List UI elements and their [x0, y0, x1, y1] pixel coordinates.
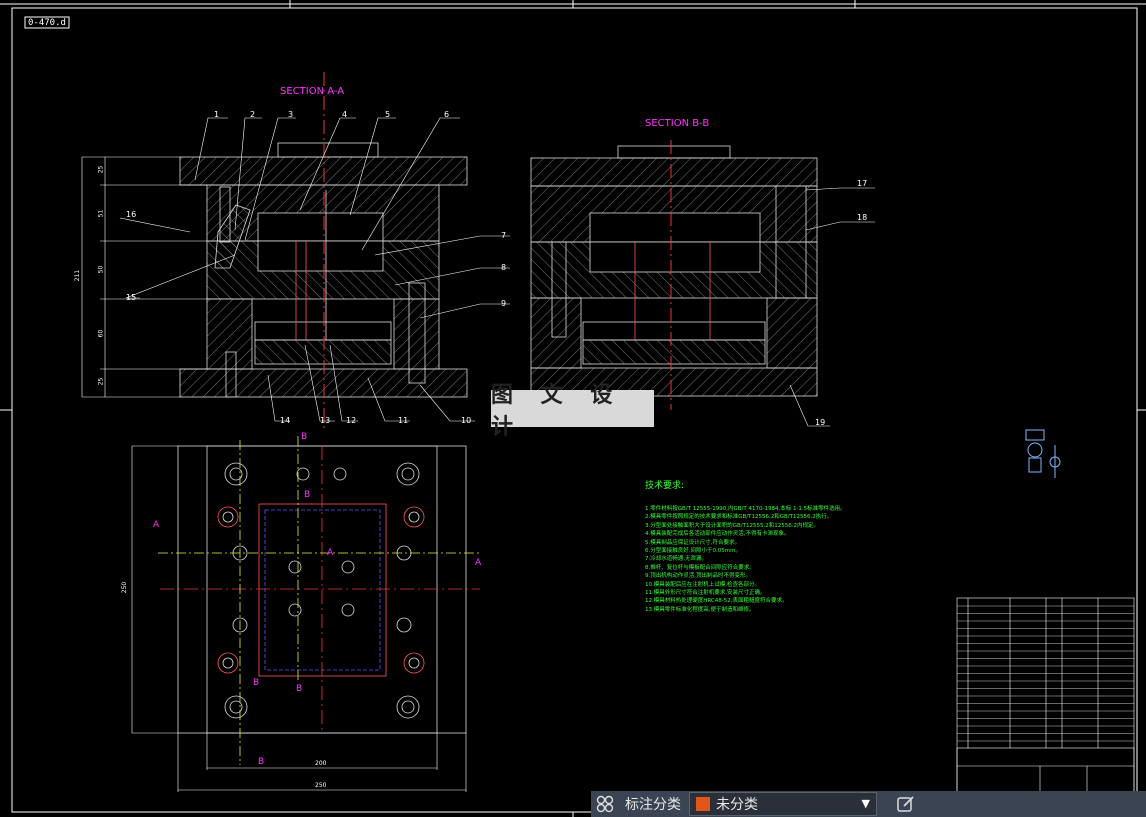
tech-note-item: 4.模具装配完成后各活动部件应动作灵活,不得有卡滞现象。: [645, 531, 790, 538]
plan-marker-a-right: A: [475, 558, 482, 568]
dim-50: 50: [97, 265, 105, 274]
plan-dim-height: 250: [121, 581, 129, 594]
tech-note-item: 10.模具装配后应在注射机上试模,检查各部分。: [645, 581, 760, 588]
dim-25-top: 25: [97, 165, 105, 174]
plan-marker-b-inner2: B: [296, 684, 303, 694]
tech-note-item: 6.分型面接触良好,间隙小于0.05mm。: [645, 548, 741, 555]
title-block-rows: [957, 605, 1134, 742]
callout-8: 8: [501, 263, 507, 272]
dim-211: 211: [74, 269, 82, 282]
tech-notes-title: 技术要求:: [645, 481, 685, 491]
dim-51: 51: [97, 209, 105, 218]
plan-marker-a-left: A: [153, 520, 160, 530]
callout-14: 14: [280, 416, 291, 425]
callout-17: 17: [857, 179, 868, 188]
annotation-category-select[interactable]: 未分类 ▼: [689, 792, 877, 816]
technical-requirements: 技术要求: 1.零件材料按GB/T 12555-1990,内GB/T 4170-…: [645, 478, 846, 614]
watermark-banner: 图 文 设 计: [491, 382, 654, 440]
edit-icon[interactable]: [891, 791, 921, 817]
mold-symbol-icon: [1025, 429, 1061, 478]
callout-10: 10: [461, 416, 472, 425]
section-aa-title: SECTION A-A: [280, 86, 345, 97]
section-bb-view: [530, 145, 818, 397]
tech-note-item: 11.模具外形尺寸符合注射机要求,安装尺寸正确。: [645, 590, 766, 597]
plan-dimensions: [131, 445, 467, 792]
callout-11: 11: [398, 416, 409, 425]
callout-1: 1: [214, 110, 220, 119]
plan-marker-b-inner1: B: [304, 490, 311, 500]
dim-60: 60: [97, 329, 105, 338]
tech-notes-list: 1.零件材料按GB/T 12555-1990,内GB/T 4170-1984,本…: [645, 505, 846, 614]
plan-dim-inner-width: 200: [315, 760, 327, 767]
callout-4: 4: [342, 110, 348, 119]
tech-note-item: 7.冷却水道畅通,无泄漏。: [645, 556, 707, 563]
plan-dim-outer-width: 250: [315, 782, 327, 789]
annotation-category-label: 标注分类: [625, 797, 681, 813]
tech-note-item: 9.顶出机构动作灵活,顶出制品时不得变形。: [645, 573, 751, 580]
tech-note-item: 13.模具零件标准化程度高,便于制造和维修。: [645, 606, 755, 613]
callout-19: 19: [815, 418, 826, 427]
plan-marker-b-inner3: B: [253, 678, 260, 688]
annotation-category-bar: 标注分类 未分类 ▼: [591, 791, 1146, 817]
section-bb-title: SECTION B-B: [645, 118, 710, 129]
callout-9: 9: [501, 299, 507, 308]
category-selected-value: 未分类: [716, 797, 758, 813]
plan-centerlines: [158, 436, 480, 765]
callout-16: 16: [126, 210, 137, 219]
tech-note-item: 12.模具材料热处理硬度HRC48-52,表面粗糙度符合要求。: [645, 598, 788, 605]
plan-marker-a-inner1: A: [327, 548, 334, 558]
plan-marker-b-top: B: [301, 432, 308, 442]
tech-note-item: 1.零件材料按GB/T 12555-1990,内GB/T 4170-1984,本…: [645, 506, 846, 512]
dimension-lines-aa: [81, 156, 207, 398]
callout-12: 12: [346, 416, 357, 425]
drawing-code-label: 0-470.d: [28, 18, 66, 28]
callout-13: 13: [320, 416, 331, 425]
chevron-down-icon: ▼: [861, 797, 870, 810]
callout-3: 3: [288, 110, 294, 119]
callout-15: 15: [126, 293, 137, 302]
grid-apps-icon[interactable]: [591, 791, 619, 817]
tech-note-item: 5.模具制品应保证设计尺寸,符合要求。: [645, 539, 740, 546]
plan-marker-b-bottom: B: [258, 757, 265, 767]
tech-note-item: 3.分型面处接触面积大于设计面积的GB/T12555.2和12556.2内规定。: [645, 522, 819, 529]
callout-5: 5: [385, 110, 391, 119]
callout-18: 18: [857, 213, 868, 222]
callout-6: 6: [444, 110, 450, 119]
tech-note-item: 2.模具零件按照规定的技术要求和标准GB/T12556.2和GB/T12556.…: [645, 514, 833, 521]
tech-note-item: 8.推杆、复位杆与模板配合间隙应符合要求。: [645, 564, 755, 571]
callout-7: 7: [501, 231, 507, 240]
callout-2: 2: [250, 110, 256, 119]
dim-25-bottom: 25: [97, 377, 105, 386]
category-color-swatch: [696, 797, 710, 811]
